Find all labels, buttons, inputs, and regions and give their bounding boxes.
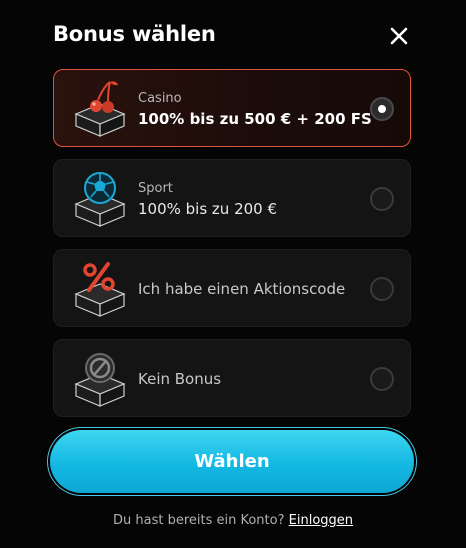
option-sublabel: Casino [138, 90, 182, 106]
choose-button[interactable]: Wählen [50, 430, 414, 493]
option-promo-code[interactable]: Ich habe einen Aktionscode [53, 249, 411, 327]
radio-promo-code[interactable] [370, 277, 394, 301]
login-prompt-text: Du hast bereits ein Konto? [112, 513, 285, 528]
percent-icon [68, 256, 132, 322]
radio-no-bonus[interactable] [370, 367, 394, 391]
option-sublabel: Sport [138, 180, 173, 196]
option-casino[interactable]: Casino 100% bis zu 500 € + 200 FS [53, 69, 411, 147]
no-bonus-icon [68, 346, 132, 412]
bonus-options: Casino 100% bis zu 500 € + 200 FS Sport … [53, 69, 411, 429]
option-label: Kein Bonus [138, 370, 222, 388]
option-no-bonus[interactable]: Kein Bonus [53, 339, 411, 417]
radio-dot [378, 105, 386, 113]
option-label: Ich habe einen Aktionscode [138, 280, 346, 298]
casino-joystick-icon [68, 76, 132, 142]
option-label: 100% bis zu 200 € [138, 199, 278, 218]
option-label: 100% bis zu 500 € + 200 FS [138, 109, 372, 128]
login-link[interactable]: Einloggen [289, 513, 353, 528]
login-prompt: Du hast bereits ein Konto? Einloggen [0, 513, 466, 528]
bonus-modal: Bonus wählen Casino 100% bis zu 500 € + … [0, 0, 466, 548]
radio-sport[interactable] [370, 187, 394, 211]
radio-casino[interactable] [370, 97, 394, 121]
soccer-ball-icon [68, 166, 132, 232]
modal-title: Bonus wählen [53, 22, 216, 46]
close-icon[interactable] [386, 23, 412, 49]
option-sport[interactable]: Sport 100% bis zu 200 € [53, 159, 411, 237]
